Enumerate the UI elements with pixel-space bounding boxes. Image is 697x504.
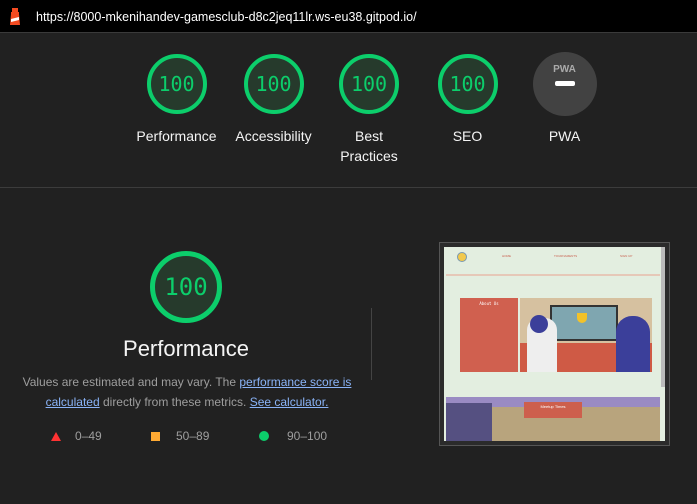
pwa-badge: PWA	[532, 52, 597, 116]
score-ring: 100	[437, 54, 498, 114]
performance-score-gauge: 100	[150, 251, 222, 323]
legend-range: 50–89	[176, 429, 210, 443]
hero-illustration	[520, 298, 652, 372]
gauge-seo[interactable]: 100 SEO	[419, 54, 516, 146]
circle-icon	[259, 431, 269, 441]
score-ring: 100	[146, 54, 207, 114]
legend-range: 90–100	[287, 429, 328, 443]
url-bar: https://8000-mkenihandev-gamesclub-d8c2j…	[0, 0, 697, 33]
pwa-dash-icon	[554, 81, 575, 86]
score-ring: 100	[339, 54, 399, 114]
legend-range: 0–49	[75, 429, 102, 443]
gauge-pwa[interactable]: PWA PWA	[516, 52, 613, 146]
gauge-performance[interactable]: 100 Performance	[128, 54, 225, 146]
desc-text: directly from these metrics.	[99, 395, 250, 409]
legend-pass: 90–100	[259, 429, 327, 443]
see-calculator-link[interactable]: See calculator.	[250, 395, 329, 409]
about-us-card: About Us	[460, 298, 518, 372]
gauge-label: Best Practices	[340, 128, 398, 164]
scrollbar	[661, 247, 665, 387]
nav-home: HOME	[502, 254, 511, 258]
square-icon	[151, 431, 160, 441]
nav-sign-up: SIGN UP	[620, 254, 633, 258]
nav-rule	[446, 274, 660, 276]
triangle-icon	[51, 431, 61, 441]
gauge-label: SEO	[452, 128, 483, 144]
desc-text: Values are estimated and may vary. The	[22, 375, 240, 389]
legend-average: 50–89	[151, 429, 209, 443]
pwa-badge-text: PWA	[553, 64, 576, 75]
gauge-label: Performance	[136, 128, 217, 144]
gauge-label: PWA	[548, 128, 581, 144]
performance-description: Values are estimated and may vary. The p…	[22, 372, 352, 412]
page-screenshot[interactable]: HOME TOURNAMENTS SIGN UP About Us Meetup…	[439, 242, 670, 446]
vertical-divider	[371, 308, 372, 380]
about-title: About Us	[479, 301, 499, 306]
lighthouse-icon	[10, 8, 20, 25]
score-ring: 100	[243, 54, 304, 114]
divider	[0, 187, 697, 188]
meetup-title: Meetup Times	[540, 404, 566, 409]
meetup-card: Meetup Times	[524, 402, 582, 418]
gauge-label: Accessibility	[235, 128, 312, 144]
page-url: https://8000-mkenihandev-gamesclub-d8c2j…	[36, 10, 417, 24]
meetup-banner: Meetup Times	[446, 397, 660, 441]
nav-tournaments: TOURNAMENTS	[554, 254, 578, 258]
performance-title: Performance	[123, 336, 249, 361]
gauge-accessibility[interactable]: 100 Accessibility	[225, 54, 322, 146]
trophy-logo-icon	[457, 252, 467, 262]
legend-fail: 0–49	[51, 429, 102, 443]
gauge-best-practices[interactable]: 100 Best Practices	[322, 54, 416, 166]
